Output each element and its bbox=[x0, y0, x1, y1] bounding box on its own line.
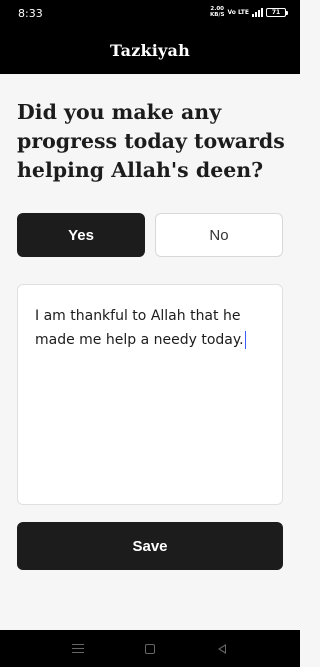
no-button[interactable]: No bbox=[155, 213, 283, 257]
save-button[interactable]: Save bbox=[17, 522, 283, 570]
battery-level: 71 bbox=[271, 9, 281, 16]
battery-icon: 71 bbox=[266, 8, 288, 17]
answer-text: I am thankful to Allah that he made me h… bbox=[35, 308, 244, 348]
system-nav-bar bbox=[0, 630, 300, 667]
answer-textarea[interactable]: I am thankful to Allah that he made me h… bbox=[17, 284, 283, 505]
signal-icon bbox=[252, 8, 263, 17]
question-heading: Did you make any progress today towards … bbox=[17, 100, 285, 182]
volte-indicator: Vo LTE bbox=[227, 9, 249, 16]
triangle-back-icon[interactable] bbox=[202, 630, 242, 667]
network-speed: 2.00 KB/S bbox=[210, 6, 225, 18]
status-bar: 8:33 2.00 KB/S Vo LTE 71 bbox=[0, 0, 300, 26]
menu-lines-icon[interactable] bbox=[58, 630, 98, 667]
app-title: Tazkiyah bbox=[110, 40, 190, 60]
text-cursor bbox=[244, 330, 247, 349]
square-home-icon[interactable] bbox=[130, 630, 170, 667]
status-icons: 2.00 KB/S Vo LTE 71 bbox=[210, 6, 288, 18]
app-bar: Tazkiyah bbox=[0, 26, 300, 74]
status-time: 8:33 bbox=[18, 7, 43, 20]
yes-button[interactable]: Yes bbox=[17, 213, 145, 257]
